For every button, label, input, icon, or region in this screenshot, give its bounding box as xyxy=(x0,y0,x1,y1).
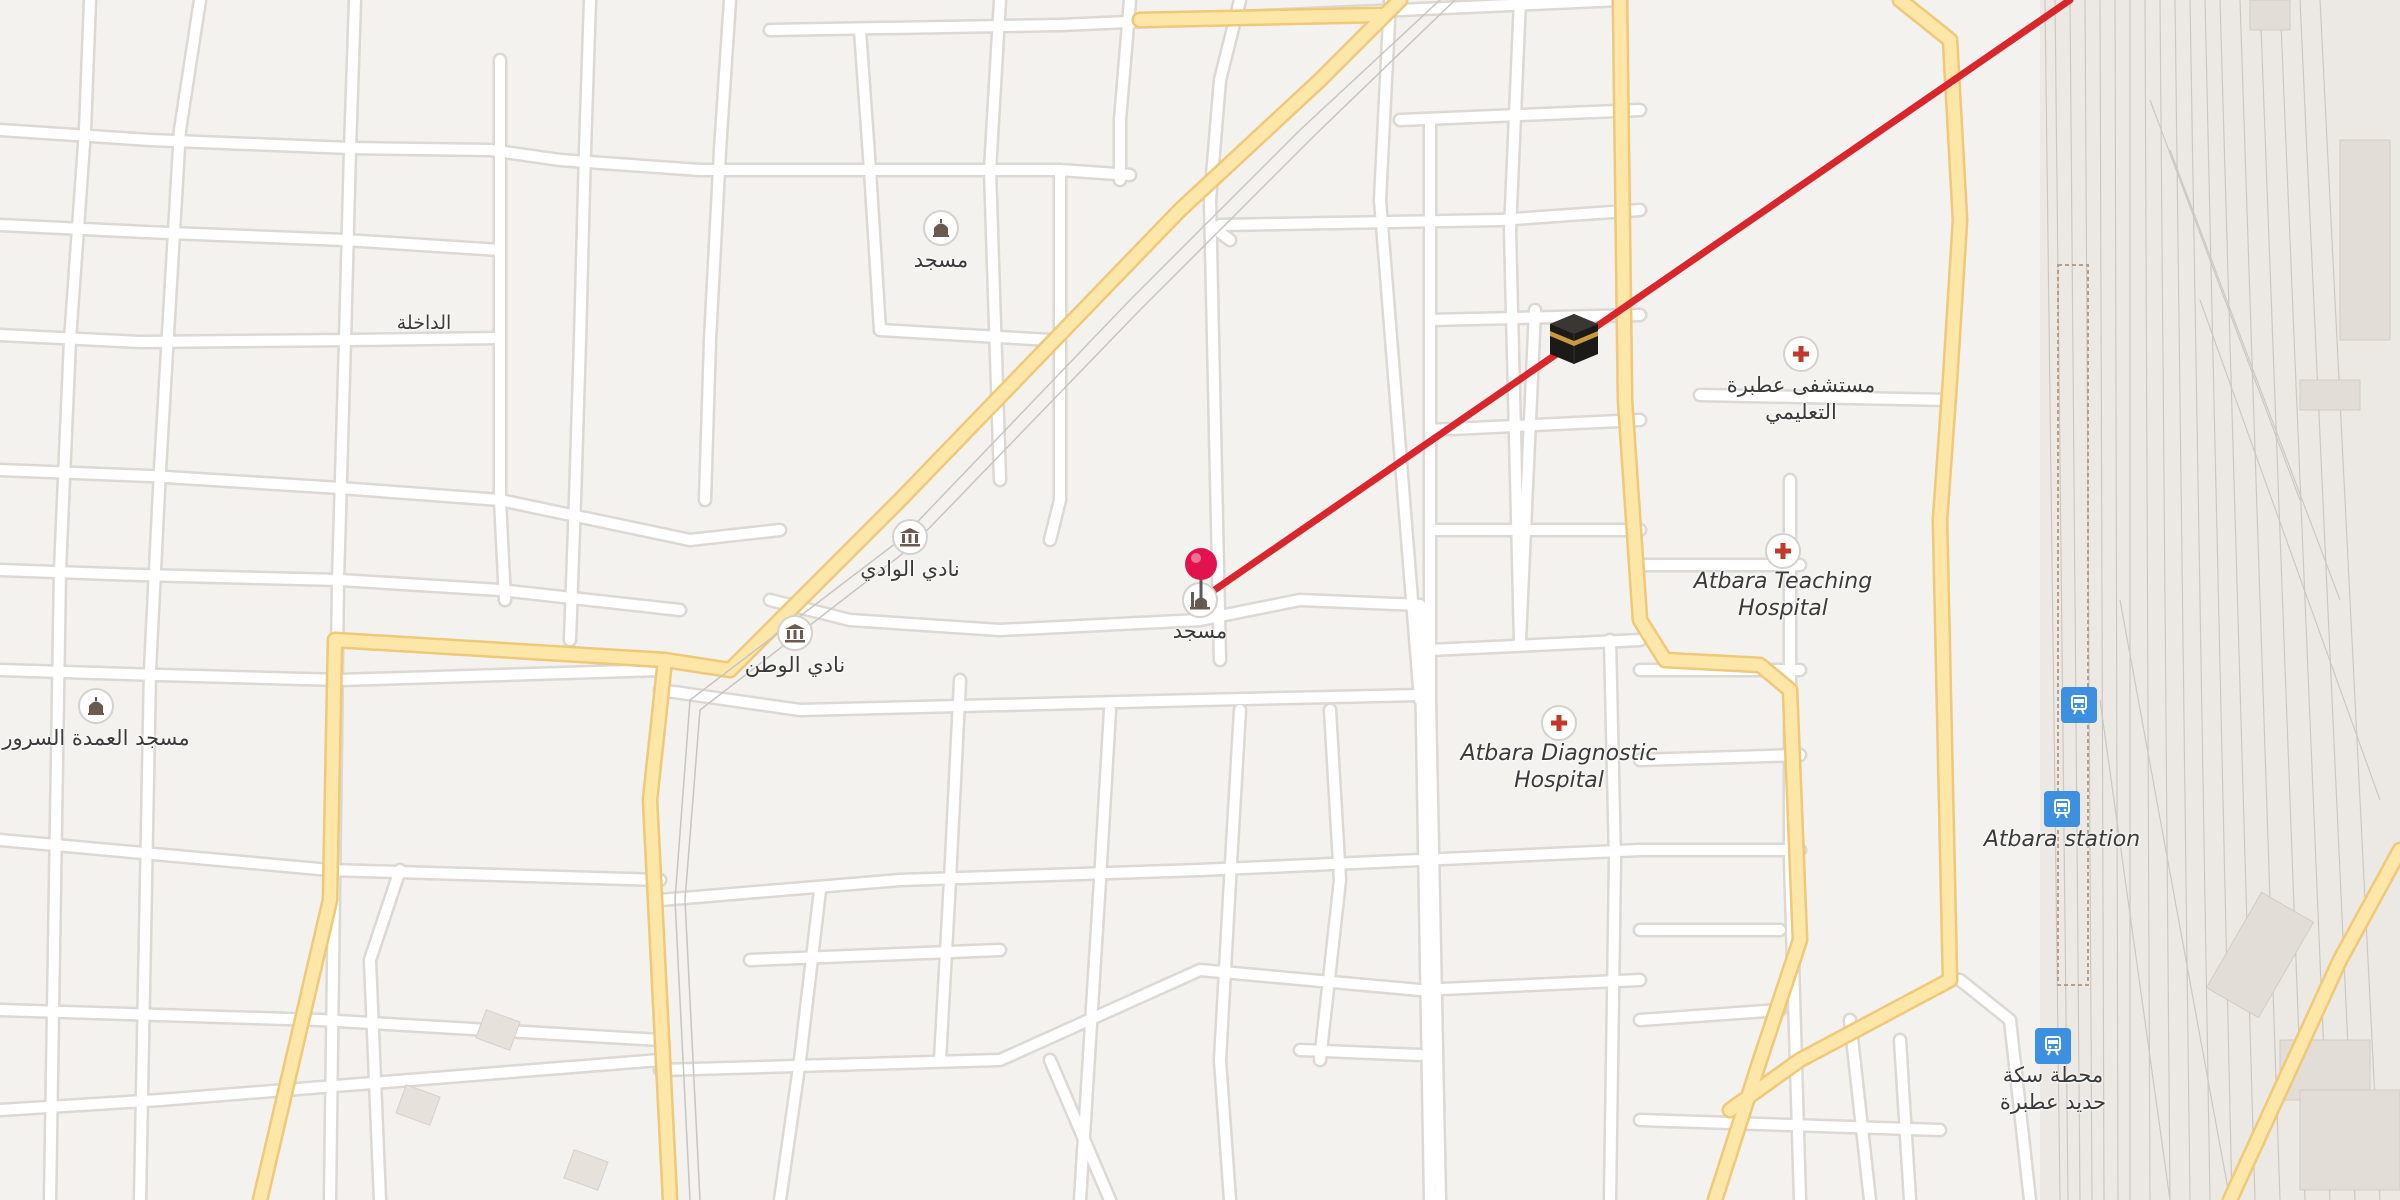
district-label: الداخلة xyxy=(396,312,452,334)
train-station-icon[interactable] xyxy=(2035,1028,2071,1064)
kaaba-icon[interactable] xyxy=(1546,310,1602,370)
mosque-label: مسجد xyxy=(1172,619,1228,643)
station-label: محطة سكة حديد عطبرة xyxy=(2000,1062,2106,1116)
museum-icon[interactable] xyxy=(777,615,813,651)
club-label: نادي الوطن xyxy=(744,653,846,677)
station-label-line1: محطة سكة xyxy=(2002,1063,2104,1087)
hospital-label-line2: Hospital xyxy=(1514,768,1604,793)
museum-icon[interactable] xyxy=(892,519,928,555)
red-pin-icon[interactable] xyxy=(1183,546,1219,614)
hospital-label-line2: Hospital xyxy=(1738,596,1828,621)
hospital-icon[interactable] xyxy=(1765,533,1801,569)
mosque-icon[interactable] xyxy=(923,210,959,246)
hospital-label: Atbara Diagnostic Hospital xyxy=(1461,740,1658,794)
railway-yard xyxy=(2040,0,2400,1200)
map-canvas[interactable]: مسجد الداخلة نادي الوادي نادي الوطن مسجد… xyxy=(0,0,2400,1200)
hospital-icon[interactable] xyxy=(1783,336,1819,372)
hospital-label-line1: Atbara Diagnostic xyxy=(1460,741,1658,766)
hospital-label: مستشفى عطبرة التعليمي xyxy=(1727,372,1876,426)
station-label: Atbara station xyxy=(1983,827,2141,852)
train-station-icon[interactable] xyxy=(2061,687,2097,723)
mosque-icon[interactable] xyxy=(78,688,114,724)
hospital-icon[interactable] xyxy=(1541,705,1577,741)
station-label-line2: حديد عطبرة xyxy=(1999,1090,2107,1114)
hospital-label: Atbara Teaching Hospital xyxy=(1694,568,1872,622)
hospital-label-line1: Atbara Teaching xyxy=(1693,569,1873,594)
club-label: نادي الوادي xyxy=(860,557,960,581)
mosque-label: مسجد العمدة السرور xyxy=(2,726,190,750)
train-station-icon[interactable] xyxy=(2044,791,2080,827)
hospital-label-line1: مستشفى عطبرة xyxy=(1726,373,1876,397)
mosque-label: مسجد xyxy=(913,248,969,272)
hospital-label-line2: التعليمي xyxy=(1765,400,1837,424)
